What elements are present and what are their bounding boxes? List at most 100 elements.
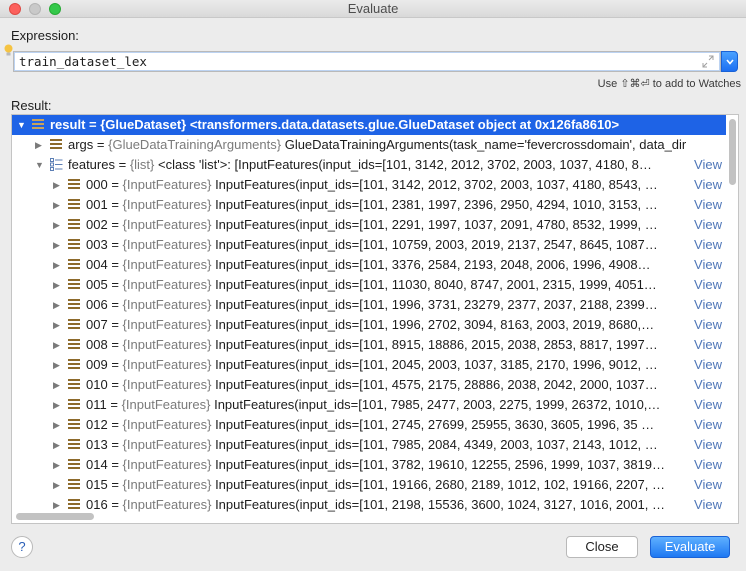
view-link[interactable]: View bbox=[692, 315, 722, 335]
tree-row[interactable]: ▶ 004 = {InputFeatures} InputFeatures(inp… bbox=[12, 255, 726, 275]
variable-type: {InputFeatures} bbox=[122, 457, 212, 472]
tree-row[interactable]: ▶ 005 = {InputFeatures} InputFeatures(inp… bbox=[12, 275, 726, 295]
close-button[interactable]: Close bbox=[566, 536, 638, 558]
equals-sign: = bbox=[93, 137, 109, 152]
tree-row[interactable]: ▶ 016 = {InputFeatures} InputFeatures(inp… bbox=[12, 495, 726, 515]
field-icon bbox=[68, 299, 80, 311]
vertical-scrollbar[interactable] bbox=[729, 119, 736, 185]
view-link[interactable]: View bbox=[692, 335, 722, 355]
variable-value: InputFeatures(input_ids=[101, 2045, 2003… bbox=[215, 357, 658, 372]
expand-arrow-icon[interactable]: ▶ bbox=[53, 495, 60, 515]
tree-row[interactable]: ▼ result = {GlueDataset} <transformers.da… bbox=[12, 115, 726, 135]
variable-name: 014 bbox=[86, 457, 108, 472]
expand-arrow-icon[interactable]: ▶ bbox=[35, 135, 42, 155]
expand-arrow-icon[interactable]: ▶ bbox=[53, 435, 60, 455]
view-link[interactable]: View bbox=[692, 275, 722, 295]
expand-arrow-icon[interactable]: ▶ bbox=[53, 195, 60, 215]
field-icon bbox=[68, 379, 80, 391]
field-icon bbox=[68, 239, 80, 251]
expand-arrow-icon[interactable]: ▶ bbox=[53, 215, 60, 235]
view-link[interactable]: View bbox=[692, 475, 722, 495]
tree-row[interactable]: ▼ features = {list} <class 'list'>: [Inpu… bbox=[12, 155, 726, 175]
collapse-arrow-icon[interactable]: ▼ bbox=[35, 155, 44, 175]
field-icon bbox=[68, 479, 80, 491]
expand-arrow-icon[interactable]: ▶ bbox=[53, 355, 60, 375]
expression-input[interactable]: train_dataset_lex bbox=[13, 51, 721, 72]
view-link[interactable]: View bbox=[692, 435, 722, 455]
equals-sign: = bbox=[107, 377, 123, 392]
expand-arrow-icon[interactable]: ▶ bbox=[53, 475, 60, 495]
tree-row[interactable]: ▶ 001 = {InputFeatures} InputFeatures(inp… bbox=[12, 195, 726, 215]
variable-name: 016 bbox=[86, 497, 108, 512]
tree-row[interactable]: ▶ 003 = {InputFeatures} InputFeatures(inp… bbox=[12, 235, 726, 255]
view-link[interactable]: View bbox=[692, 295, 722, 315]
variable-name: args bbox=[68, 137, 94, 152]
variable-type: {InputFeatures} bbox=[122, 177, 212, 192]
history-dropdown-button[interactable] bbox=[721, 51, 738, 72]
view-link[interactable]: View bbox=[692, 395, 722, 415]
tree-row-text: 010 = {InputFeatures} InputFeatures(inpu… bbox=[86, 375, 658, 395]
evaluate-button[interactable]: Evaluate bbox=[650, 536, 730, 558]
watches-hint: Use ⇧⌘⏎ to add to Watches bbox=[597, 78, 741, 90]
tree-row[interactable]: ▶ 007 = {InputFeatures} InputFeatures(inp… bbox=[12, 315, 726, 335]
tree-row[interactable]: ▶ 013 = {InputFeatures} InputFeatures(inp… bbox=[12, 435, 726, 455]
expand-arrow-icon[interactable]: ▶ bbox=[53, 315, 60, 335]
view-link[interactable]: View bbox=[692, 195, 722, 215]
view-link[interactable]: View bbox=[692, 455, 722, 475]
tree-row[interactable]: ▶ 015 = {InputFeatures} InputFeatures(inp… bbox=[12, 475, 726, 495]
variable-name: features bbox=[68, 157, 115, 172]
tree-row[interactable]: ▶ 006 = {InputFeatures} InputFeatures(inp… bbox=[12, 295, 726, 315]
tree-row-text: 008 = {InputFeatures} InputFeatures(inpu… bbox=[86, 335, 658, 355]
view-link[interactable]: View bbox=[692, 495, 722, 515]
tree-row[interactable]: ▶ 002 = {InputFeatures} InputFeatures(inp… bbox=[12, 215, 726, 235]
view-link[interactable]: View bbox=[692, 235, 722, 255]
expand-arrow-icon[interactable]: ▶ bbox=[53, 335, 60, 355]
expand-arrow-icon[interactable]: ▶ bbox=[53, 375, 60, 395]
help-button[interactable]: ? bbox=[11, 536, 33, 558]
variable-name: 009 bbox=[86, 357, 108, 372]
expand-arrow-icon[interactable]: ▶ bbox=[53, 455, 60, 475]
view-link[interactable]: View bbox=[692, 215, 722, 235]
tree-row[interactable]: ▶ 000 = {InputFeatures} InputFeatures(inp… bbox=[12, 175, 726, 195]
tree-row-text: 000 = {InputFeatures} InputFeatures(inpu… bbox=[86, 175, 658, 195]
variable-type: {InputFeatures} bbox=[122, 317, 212, 332]
expand-arrow-icon[interactable]: ▶ bbox=[53, 235, 60, 255]
expand-arrow-icon[interactable]: ▶ bbox=[53, 415, 60, 435]
equals-sign: = bbox=[107, 277, 123, 292]
tree-row[interactable]: ▶ 010 = {InputFeatures} InputFeatures(inp… bbox=[12, 375, 726, 395]
expand-arrow-icon[interactable]: ▶ bbox=[53, 275, 60, 295]
tree-row[interactable]: ▶ 012 = {InputFeatures} InputFeatures(inp… bbox=[12, 415, 726, 435]
view-link[interactable]: View bbox=[692, 175, 722, 195]
horizontal-scrollbar[interactable] bbox=[16, 513, 94, 520]
view-link[interactable]: View bbox=[692, 155, 722, 175]
equals-sign: = bbox=[107, 417, 123, 432]
field-icon bbox=[68, 279, 80, 291]
view-link[interactable]: View bbox=[692, 375, 722, 395]
view-link[interactable]: View bbox=[692, 255, 722, 275]
variable-type: {InputFeatures} bbox=[122, 497, 212, 512]
view-link[interactable]: View bbox=[692, 355, 722, 375]
tree-row-text: 009 = {InputFeatures} InputFeatures(inpu… bbox=[86, 355, 658, 375]
collapse-arrow-icon[interactable]: ▼ bbox=[17, 115, 26, 135]
field-icon bbox=[68, 179, 80, 191]
expand-arrow-icon[interactable]: ▶ bbox=[53, 255, 60, 275]
variable-value: InputFeatures(input_ids=[101, 3376, 2584… bbox=[215, 257, 651, 272]
tree-row[interactable]: ▶ 009 = {InputFeatures} InputFeatures(inp… bbox=[12, 355, 726, 375]
tree-row[interactable]: ▶ 014 = {InputFeatures} InputFeatures(inp… bbox=[12, 455, 726, 475]
expand-editor-icon[interactable] bbox=[702, 55, 714, 68]
variable-name: 010 bbox=[86, 377, 108, 392]
variable-value: InputFeatures(input_ids=[101, 2291, 1997… bbox=[215, 217, 658, 232]
tree-row[interactable]: ▶ 008 = {InputFeatures} InputFeatures(inp… bbox=[12, 335, 726, 355]
view-link[interactable]: View bbox=[692, 415, 722, 435]
tree-row[interactable]: ▶ 011 = {InputFeatures} InputFeatures(inp… bbox=[12, 395, 726, 415]
expand-arrow-icon[interactable]: ▶ bbox=[53, 175, 60, 195]
expand-arrow-icon[interactable]: ▶ bbox=[53, 395, 60, 415]
expand-arrow-icon[interactable]: ▶ bbox=[53, 295, 60, 315]
variable-value: InputFeatures(input_ids=[101, 3142, 2012… bbox=[215, 177, 658, 192]
variable-value: GlueDataTrainingArguments(task_name='fev… bbox=[284, 137, 687, 152]
title-bar: Evaluate bbox=[0, 0, 746, 18]
tree-row[interactable]: ▶ args = {GlueDataTrainingArguments} Glue… bbox=[12, 135, 726, 155]
variable-type: {InputFeatures} bbox=[122, 257, 212, 272]
result-tree[interactable]: ▼ result = {GlueDataset} <transformers.da… bbox=[11, 114, 739, 524]
tree-row-text: features = {list} <class 'list'>: [Input… bbox=[68, 155, 652, 175]
